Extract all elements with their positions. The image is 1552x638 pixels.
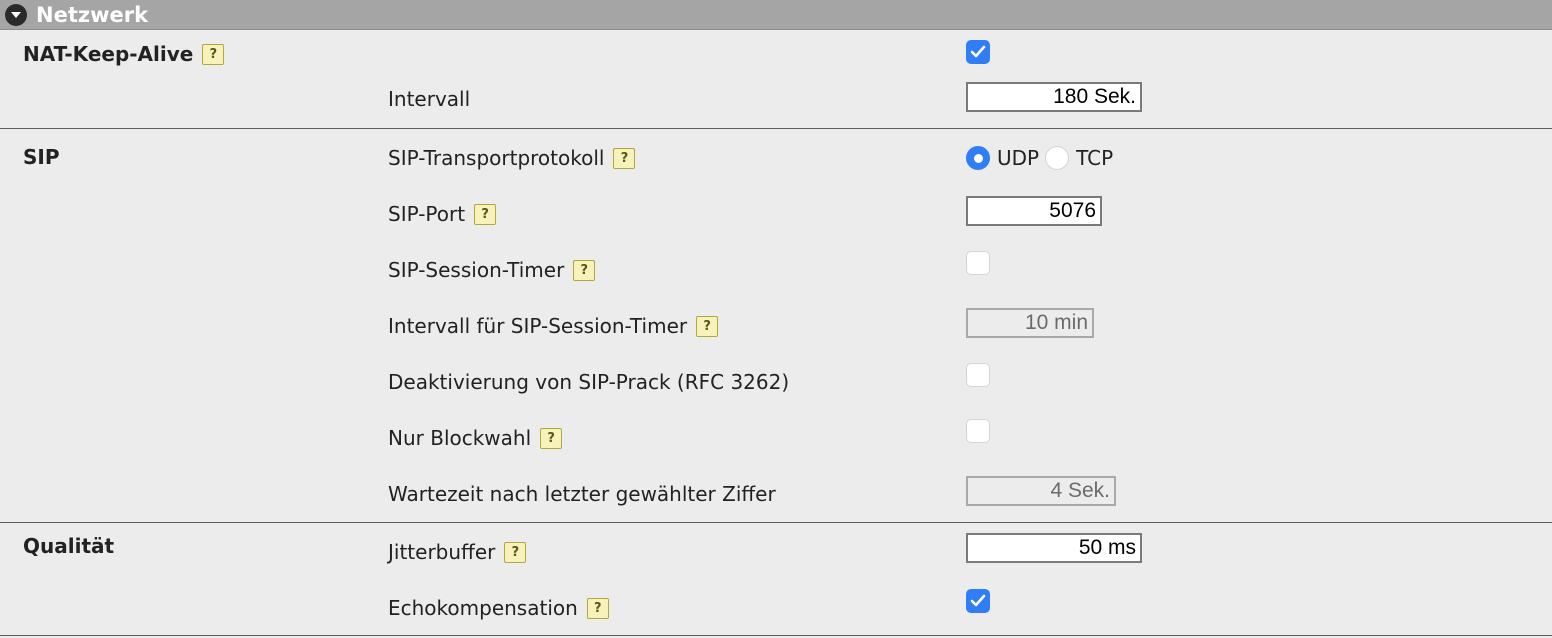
help-icon[interactable]: ? <box>504 541 527 563</box>
sip-transport-radio-group: UDP TCP <box>966 144 1119 172</box>
help-icon[interactable]: ? <box>696 315 719 337</box>
echo-label: Echokompensation <box>388 596 578 620</box>
row-label-sip-port: SIP-Port ? <box>388 200 497 228</box>
row-label-jitterbuffer: Jitterbuffer ? <box>388 538 527 566</box>
sip-prack-label: Deaktivierung von SIP-Prack (RFC 3262) <box>388 370 790 394</box>
row-label-echo: Echokompensation ? <box>388 594 609 622</box>
help-icon[interactable]: ? <box>474 203 497 225</box>
row-label-sip-session-interval: Intervall für SIP-Session-Timer ? <box>388 312 719 340</box>
sip-transport-label: SIP-Transportprotokoll <box>388 146 605 170</box>
checkmark-icon <box>970 45 986 58</box>
block-dial-label: Nur Blockwahl <box>388 426 532 450</box>
radio-tcp-label: TCP <box>1076 146 1114 170</box>
row-label-block-dial: Nur Blockwahl ? <box>388 424 563 452</box>
jitterbuffer-input[interactable]: 50 ms <box>966 533 1142 563</box>
sip-session-timer-label: SIP-Session-Timer <box>388 258 565 282</box>
nat-interval-label: Intervall <box>388 87 471 111</box>
help-icon[interactable]: ? <box>573 259 596 281</box>
help-icon[interactable]: ? <box>586 597 609 619</box>
chevron-down-icon[interactable] <box>5 3 27 26</box>
radio-udp-label: UDP <box>997 146 1040 170</box>
checkmark-icon <box>970 594 986 607</box>
section-label-nat: NAT-Keep-Alive ? <box>23 40 225 68</box>
echo-checkbox[interactable] <box>966 589 990 613</box>
section-label-quality: Qualität <box>23 532 114 560</box>
help-icon[interactable]: ? <box>540 427 563 449</box>
section-label-nat-text: NAT-Keep-Alive <box>23 42 194 66</box>
wait-time-input[interactable]: 4 Sek. <box>966 476 1116 506</box>
row-label-wait-time: Wartezeit nach letzter gewählter Ziffer <box>388 480 776 508</box>
sip-port-input[interactable]: 5076 <box>966 196 1102 226</box>
row-label-nat-interval: Intervall <box>388 85 470 113</box>
wait-time-label: Wartezeit nach letzter gewählter Ziffer <box>388 482 776 506</box>
section-label-sip-text: SIP <box>23 145 60 169</box>
section-divider <box>0 635 1552 636</box>
radio-tcp[interactable] <box>1045 146 1070 170</box>
radio-udp[interactable] <box>966 146 990 170</box>
sip-session-timer-checkbox[interactable] <box>966 251 990 275</box>
sip-session-interval-label: Intervall für SIP-Session-Timer <box>388 314 688 338</box>
section-label-quality-text: Qualität <box>23 534 115 558</box>
section-divider <box>0 128 1552 129</box>
help-icon[interactable]: ? <box>613 147 636 169</box>
radio-dot <box>973 153 983 163</box>
row-label-sip-transport: SIP-Transportprotokoll ? <box>388 144 636 172</box>
row-label-sip-session-timer: SIP-Session-Timer ? <box>388 256 596 284</box>
jitterbuffer-label: Jitterbuffer <box>388 540 496 564</box>
nat-keepalive-checkbox[interactable] <box>966 40 990 64</box>
section-label-sip: SIP <box>23 143 60 171</box>
section-divider <box>0 522 1552 523</box>
row-label-sip-prack: Deaktivierung von SIP-Prack (RFC 3262) <box>388 368 789 396</box>
panel-header[interactable]: Netzwerk <box>0 0 1552 30</box>
panel-title: Netzwerk <box>36 2 149 27</box>
block-dial-checkbox[interactable] <box>966 419 990 443</box>
sip-prack-checkbox[interactable] <box>966 363 990 387</box>
sip-session-interval-input[interactable]: 10 min <box>966 308 1094 338</box>
sip-port-label: SIP-Port <box>388 202 466 226</box>
help-icon[interactable]: ? <box>202 43 225 65</box>
nat-interval-input[interactable]: 180 Sek. <box>966 82 1142 112</box>
